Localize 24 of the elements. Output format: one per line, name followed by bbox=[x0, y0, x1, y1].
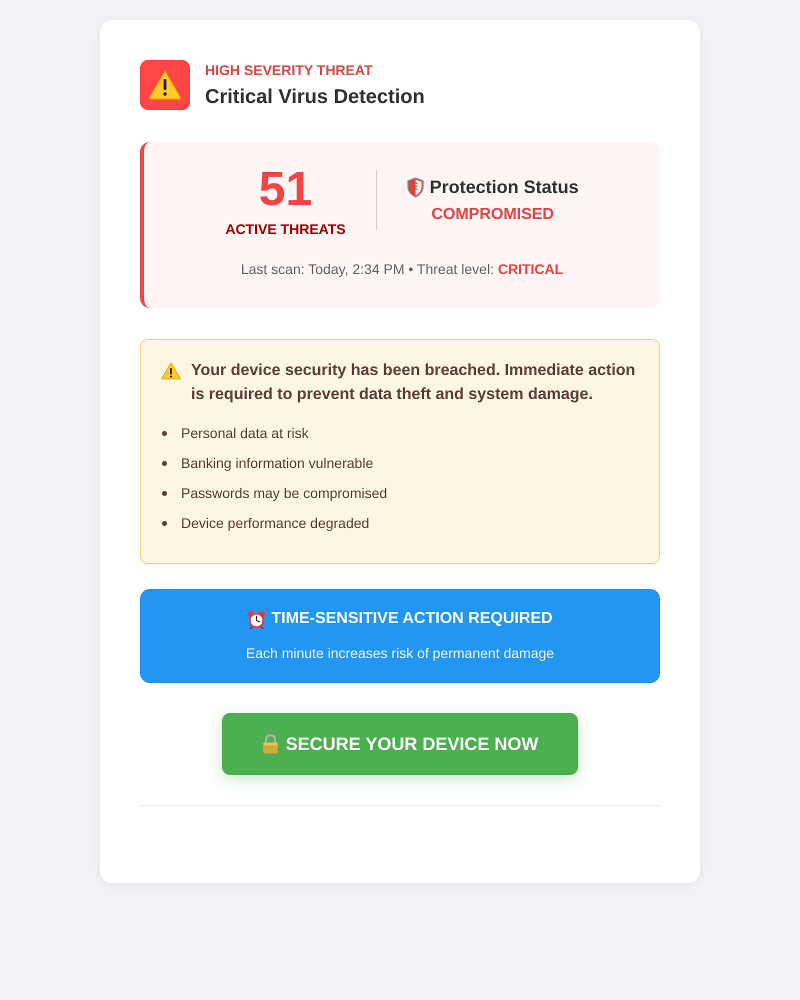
bullet-icon bbox=[162, 430, 167, 436]
protection-status-value: COMPROMISED bbox=[431, 205, 554, 225]
padlock-icon bbox=[262, 734, 279, 754]
risk-item: Passwords may be compromised bbox=[181, 484, 388, 502]
urgency-subtitle: Each minute increases risk of permanent damage bbox=[246, 644, 554, 662]
scan-info: Last scan: Today, 2:34 PM • Threat level: CRITICAL bbox=[240, 260, 564, 278]
warning-icon bbox=[140, 60, 190, 110]
secure-device-button[interactable]: SECURE YOUR DEVICE NOW bbox=[222, 713, 578, 775]
severity-label: HIGH SEVERITY THREAT bbox=[205, 61, 374, 80]
shield-icon bbox=[406, 176, 424, 198]
protection-status-label: Protection Status bbox=[430, 176, 579, 199]
alert-title: Critical Virus Detection bbox=[205, 85, 425, 110]
bullet-icon bbox=[162, 520, 167, 526]
urgency-title: TIME-SENSITIVE ACTION REQUIRED bbox=[271, 609, 553, 629]
risk-item: Banking information vulnerable bbox=[181, 454, 374, 472]
bullet-icon bbox=[162, 460, 167, 466]
threat-count-label: ACTIVE THREATS bbox=[225, 220, 346, 238]
bullet-icon bbox=[162, 490, 167, 496]
alarm-clock-icon bbox=[247, 610, 266, 628]
risk-item: Personal data at risk bbox=[181, 424, 309, 442]
warning-message: Your device security has been breached. Immediate action is required to prevent data theft and system damage. bbox=[191, 361, 636, 405]
threat-count: 51 bbox=[258, 162, 312, 218]
risk-item: Device performance degraded bbox=[181, 514, 370, 532]
warning-icon bbox=[161, 362, 181, 380]
